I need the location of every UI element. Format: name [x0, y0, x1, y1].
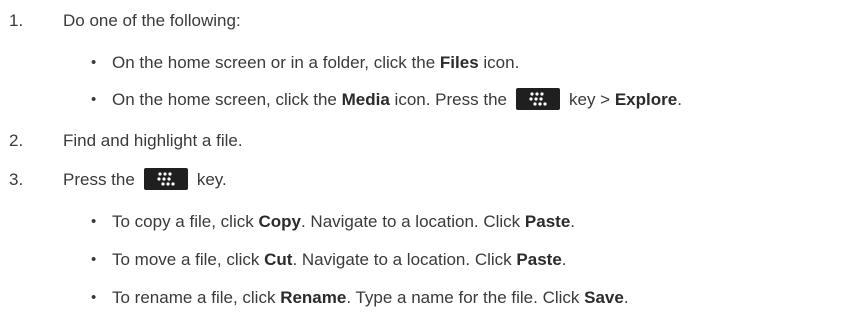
blackberry-menu-key-icon — [516, 87, 560, 110]
step-number: 3. — [9, 170, 24, 189]
paste-label: Paste — [524, 212, 571, 231]
bullet-dot: • — [91, 213, 97, 230]
media-label: Media — [341, 90, 390, 109]
step-text: Press the key. — [63, 167, 227, 192]
bullet-dot: • — [91, 289, 97, 306]
blackberry-menu-key-icon — [143, 167, 188, 190]
cut-label: Cut — [264, 250, 293, 269]
bullet-dot: • — [91, 91, 97, 108]
bullet-text: To copy a file, click Copy. Navigate to … — [112, 212, 576, 231]
bullet-text: On the home screen or in a folder, click… — [112, 53, 520, 72]
step-text: Do one of the following: — [63, 11, 241, 30]
step-text: Find and highlight a file. — [63, 131, 243, 150]
explore-label: Explore — [614, 90, 678, 109]
bullet-text: On the home screen, click the Media icon… — [112, 87, 682, 112]
bullet-text: To move a file, click Cut. Navigate to a… — [112, 250, 567, 269]
copy-label: Copy — [258, 212, 301, 231]
rename-label: Rename — [280, 288, 347, 307]
bullet-text: To rename a file, click Rename. Type a n… — [112, 288, 629, 307]
bullet-dot: • — [91, 251, 97, 268]
paste-label: Paste — [516, 250, 562, 269]
save-label: Save — [584, 288, 624, 307]
files-label: Files — [439, 53, 479, 72]
step-number: 1. — [9, 11, 24, 30]
step-number: 2. — [9, 131, 24, 150]
bullet-dot: • — [91, 54, 97, 71]
